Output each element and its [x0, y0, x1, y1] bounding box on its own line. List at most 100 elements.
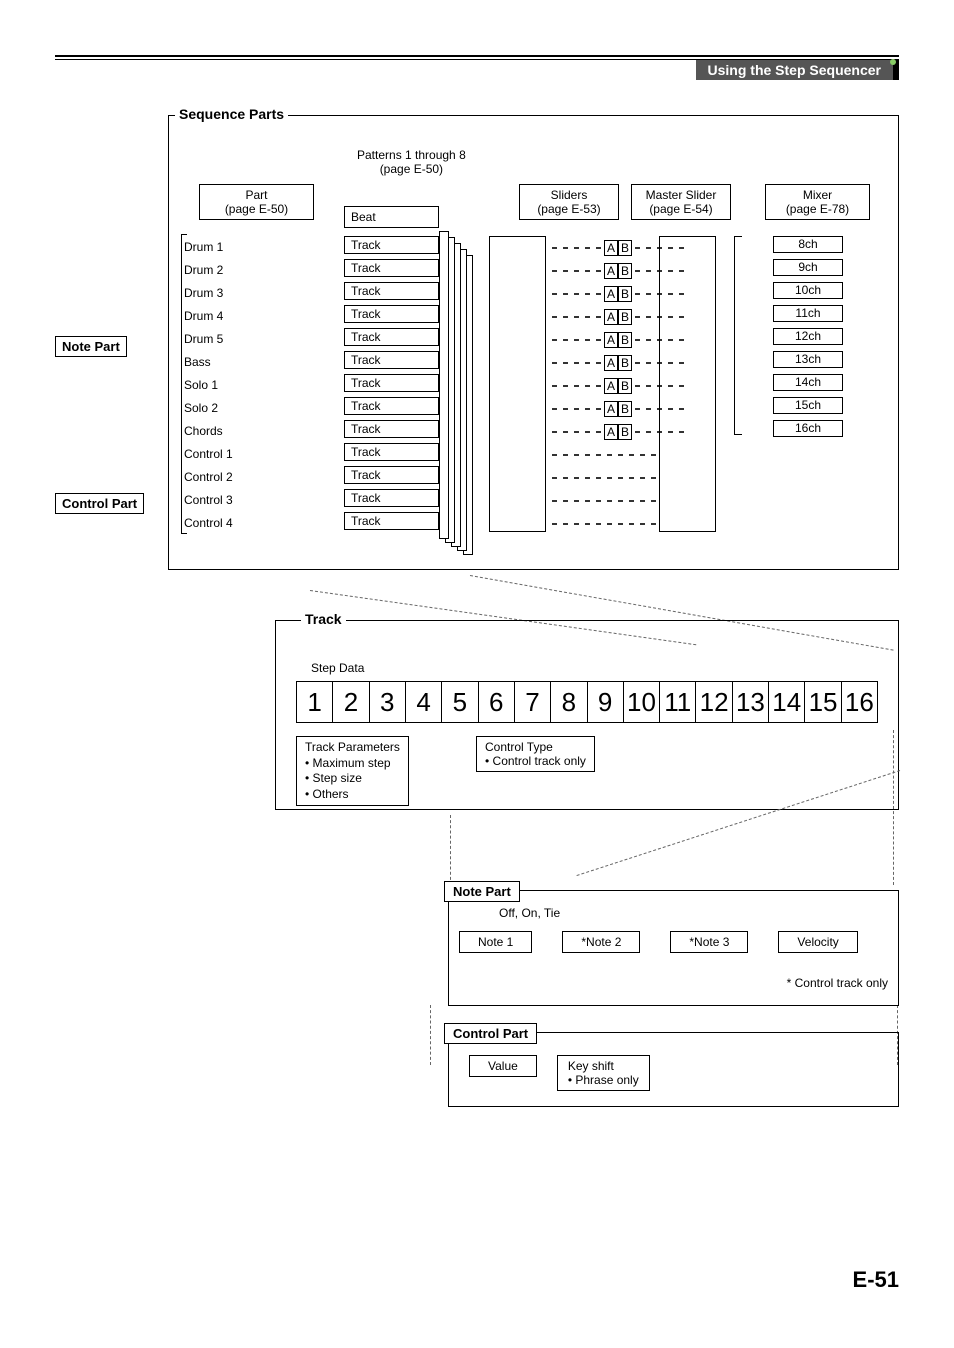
- ab-a: A: [604, 240, 618, 256]
- track-box: Track: [344, 466, 439, 484]
- master-line1: Master Slider: [646, 188, 717, 202]
- note-box: *Note 2: [562, 931, 640, 953]
- track-params-bullet: • Step size: [305, 771, 362, 785]
- step-cell: 10: [624, 682, 660, 722]
- ab-a: A: [604, 263, 618, 279]
- note-box: *Note 3: [670, 931, 748, 953]
- part-item: Control 1: [184, 443, 233, 466]
- mixer-ch: 12ch: [773, 328, 843, 345]
- connector-dash: [430, 1005, 431, 1065]
- keyshift-label: Key shift: [568, 1059, 614, 1073]
- track-box: Track: [344, 443, 439, 461]
- ab-b: B: [618, 240, 632, 256]
- ab-b: B: [618, 378, 632, 394]
- page-header: Using the Step Sequencer: [696, 60, 899, 80]
- step-cell: 6: [479, 682, 515, 722]
- track-box: Track: [344, 374, 439, 392]
- control-part-panel: Control Part Value Key shift • Phrase on…: [448, 1032, 899, 1107]
- mixer-ch: 14ch: [773, 374, 843, 391]
- sliders-column: [489, 236, 546, 532]
- step-cell: 12: [696, 682, 732, 722]
- track-params-bullet: • Maximum step: [305, 756, 391, 770]
- part-item: Drum 5: [184, 328, 233, 351]
- master-slider-outline: [659, 236, 716, 532]
- part-item: Drum 2: [184, 259, 233, 282]
- step-cell: 4: [406, 682, 442, 722]
- mixer-ch: 8ch: [773, 236, 843, 253]
- part-item: Control 2: [184, 466, 233, 489]
- track-params-bullet: • Others: [305, 787, 349, 801]
- beat-label-box: Beat: [344, 206, 439, 228]
- part-item: Solo 1: [184, 374, 233, 397]
- ab-b: B: [618, 401, 632, 417]
- note-part-panel: Note Part Off, On, Tie Note 1 *Note 2 *N…: [448, 890, 899, 1006]
- ab-b: B: [618, 263, 632, 279]
- track-box: Track: [344, 512, 439, 530]
- step-cell: 13: [733, 682, 769, 722]
- control-part-side-label: Control Part: [55, 493, 144, 514]
- note-part-row: Note 1 *Note 2 *Note 3 Velocity: [459, 931, 888, 953]
- step-cell: 15: [805, 682, 841, 722]
- patterns-label: Patterns 1 through 8 (page E-50): [347, 146, 476, 178]
- track-box: Track: [344, 305, 439, 323]
- patterns-line2: (page E-50): [380, 162, 443, 176]
- master-line2: (page E-54): [649, 202, 712, 216]
- mixer-ch: 11ch: [773, 305, 843, 322]
- sequence-parts-title: Sequence Parts: [175, 106, 288, 122]
- note-part-side-label: Note Part: [55, 336, 127, 357]
- track-parameters-box: Track Parameters • Maximum step • Step s…: [296, 736, 409, 806]
- keyshift-box: Key shift • Phrase only: [557, 1055, 650, 1091]
- control-type-box: Control Type • Control track only: [476, 736, 595, 772]
- step-cell: 7: [515, 682, 551, 722]
- part-item: Drum 3: [184, 282, 233, 305]
- step-cell: 9: [588, 682, 624, 722]
- ab-a: A: [604, 309, 618, 325]
- ab-b: B: [618, 309, 632, 325]
- ab-a: A: [604, 332, 618, 348]
- part-item: Drum 1: [184, 236, 233, 259]
- header-accent-dot: [890, 59, 896, 65]
- note-part-title: Note Part: [444, 881, 520, 902]
- part-item: Solo 2: [184, 397, 233, 420]
- part-item: Chords: [184, 420, 233, 443]
- ab-a: A: [604, 378, 618, 394]
- mixer-ch: 13ch: [773, 351, 843, 368]
- step-cell: 1: [297, 682, 333, 722]
- part-item: Bass: [184, 351, 233, 374]
- track-list: Track Track Track Track Track Track Trac…: [344, 236, 439, 535]
- ab-a: A: [604, 424, 618, 440]
- ab-a: A: [604, 401, 618, 417]
- step-cell: 8: [551, 682, 587, 722]
- step-cell: 16: [842, 682, 877, 722]
- part-item: Drum 4: [184, 305, 233, 328]
- sliders-label-box: Sliders (page E-53): [519, 184, 619, 220]
- ab-a: A: [604, 355, 618, 371]
- note-box: Note 1: [459, 931, 532, 953]
- off-on-tie-label: Off, On, Tie: [499, 906, 560, 920]
- part-label-box: Part (page E-50): [199, 184, 314, 220]
- control-type-bullet: • Control track only: [485, 754, 586, 768]
- part-list: Drum 1 Drum 2 Drum 3 Drum 4 Drum 5 Bass …: [184, 236, 233, 535]
- step-cell: 5: [442, 682, 478, 722]
- track-box: Track: [344, 351, 439, 369]
- mixer-list: 8ch 9ch 10ch 11ch 12ch 13ch 14ch 15ch 16…: [773, 236, 843, 443]
- control-track-footnote: * Control track only: [787, 976, 888, 990]
- pattern-stack: [439, 231, 484, 551]
- mixer-ch: 9ch: [773, 259, 843, 276]
- track-box: Track: [344, 282, 439, 300]
- step-cell: 2: [333, 682, 369, 722]
- step-table: 1 2 3 4 5 6 7 8 9 10 11 12 13 14 15 16: [296, 681, 878, 723]
- track-params-title: Track Parameters: [305, 740, 400, 754]
- step-cell: 3: [370, 682, 406, 722]
- track-box: Track: [344, 420, 439, 438]
- track-box: Track: [344, 236, 439, 254]
- note-box: Velocity: [778, 931, 857, 953]
- track-title: Track: [301, 611, 346, 627]
- phrase-only-label: • Phrase only: [568, 1073, 639, 1087]
- mixer-ch: 10ch: [773, 282, 843, 299]
- track-box: Track: [344, 489, 439, 507]
- mixer-line1: Mixer: [803, 188, 832, 202]
- patterns-line1: Patterns 1 through 8: [357, 148, 466, 162]
- step-cell: 11: [660, 682, 696, 722]
- page-number: E-51: [853, 1267, 899, 1293]
